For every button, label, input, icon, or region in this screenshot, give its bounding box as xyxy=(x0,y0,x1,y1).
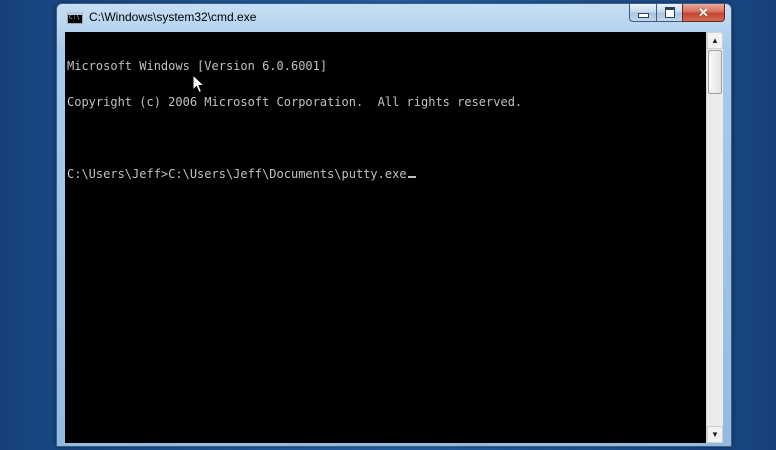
console-client-area: Microsoft Windows [Version 6.0.6001] Cop… xyxy=(65,32,723,443)
console-command-text: C:\Users\Jeff>C:\Users\Jeff\Documents\pu… xyxy=(67,167,407,181)
vertical-scrollbar[interactable]: ▲ ▼ xyxy=(706,32,723,443)
console-app-icon-text: C:\ xyxy=(69,14,80,21)
arrow-up-icon: ▲ xyxy=(711,36,719,45)
scrollbar-thumb[interactable] xyxy=(708,50,722,94)
console-output[interactable]: Microsoft Windows [Version 6.0.6001] Cop… xyxy=(65,32,706,443)
minimize-icon xyxy=(637,13,649,18)
maximize-button[interactable] xyxy=(656,4,682,22)
cmd-window[interactable]: C:\ C:\Windows\system32\cmd.exe ✕ Micros… xyxy=(56,3,732,447)
text-cursor xyxy=(407,176,416,178)
close-icon: ✕ xyxy=(698,5,709,20)
console-prompt-line: C:\Users\Jeff>C:\Users\Jeff\Documents\pu… xyxy=(67,168,706,180)
scroll-down-button[interactable]: ▼ xyxy=(707,426,723,443)
scroll-up-button[interactable]: ▲ xyxy=(707,32,723,49)
arrow-down-icon: ▼ xyxy=(711,430,719,439)
console-app-icon[interactable]: C:\ xyxy=(67,12,83,24)
window-title: C:\Windows\system32\cmd.exe xyxy=(89,10,257,24)
minimize-button[interactable] xyxy=(629,4,656,22)
console-line: Microsoft Windows [Version 6.0.6001] xyxy=(67,59,328,73)
maximize-icon xyxy=(664,7,675,18)
console-line: Copyright (c) 2006 Microsoft Corporation… xyxy=(67,95,523,109)
window-controls: ✕ xyxy=(629,4,725,22)
mouse-pointer-icon xyxy=(192,74,206,94)
close-button[interactable]: ✕ xyxy=(682,4,725,22)
title-bar[interactable]: C:\ C:\Windows\system32\cmd.exe ✕ xyxy=(57,4,731,32)
